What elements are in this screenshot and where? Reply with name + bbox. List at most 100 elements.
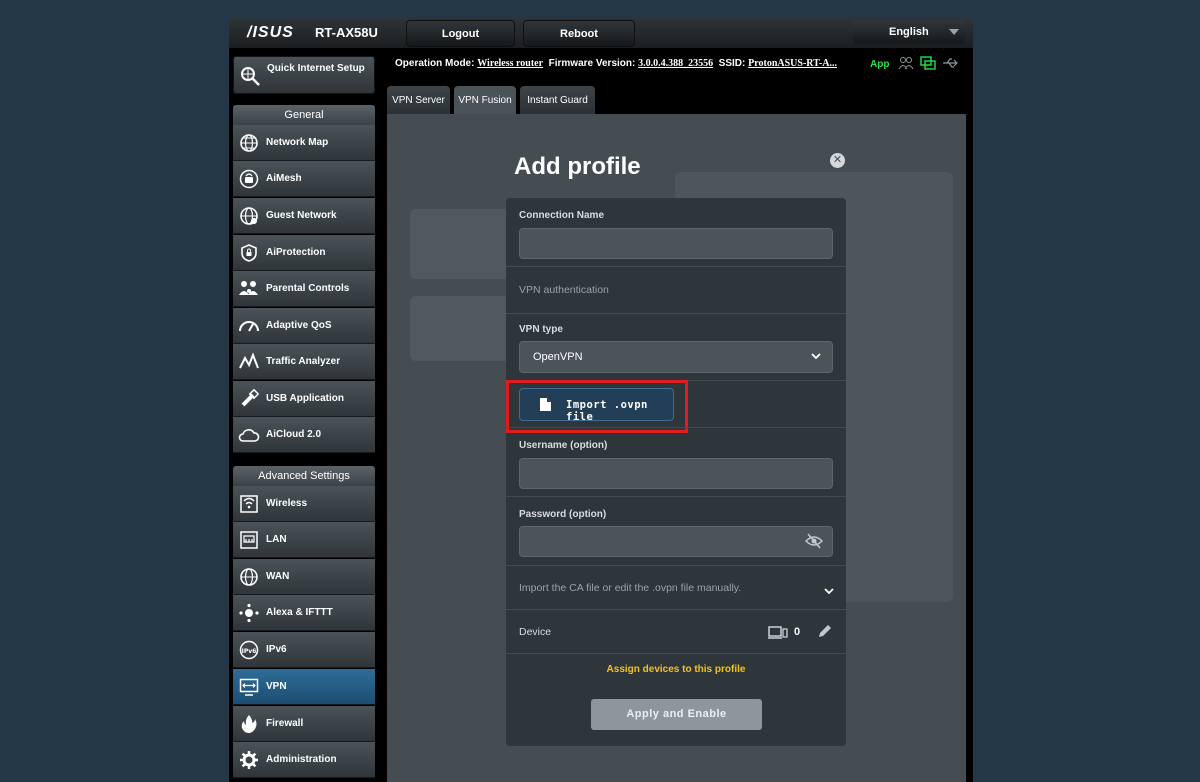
language-value: English: [889, 26, 929, 38]
sidebar-item-label: Alexa & IFTTT: [266, 607, 333, 618]
sidebar-item-aicloud[interactable]: AiCloud 2.0: [233, 417, 375, 453]
tab-instant-guard[interactable]: Instant Guard: [520, 86, 595, 115]
sidebar-item-label: Wireless: [266, 498, 308, 509]
analyzer-icon: [238, 351, 260, 373]
cloud-icon: [238, 424, 260, 446]
wifi-icon: [238, 493, 260, 515]
chevron-down-icon[interactable]: [823, 584, 835, 602]
sidebar-item-aimesh[interactable]: AiMesh: [233, 161, 375, 197]
network-status-icon[interactable]: [920, 56, 936, 75]
sidebar-item-label: Firewall: [266, 718, 304, 729]
sidebar-item-guest-network[interactable]: Guest Network: [233, 198, 375, 234]
sidebar-item-wireless[interactable]: Wireless: [233, 486, 375, 522]
modal-title: Add profile: [514, 153, 641, 180]
sidebar-item-label: WAN: [266, 571, 290, 582]
wan-globe-icon: [238, 566, 260, 588]
add-profile-modal: Connection Name VPN authentication VPN t…: [506, 198, 846, 746]
divider: [506, 266, 846, 267]
guest-globe-icon: [238, 205, 260, 227]
username-input[interactable]: [519, 458, 833, 489]
family-icon: [238, 278, 260, 300]
vpn-authentication-label: VPN authentication: [519, 284, 609, 296]
usb-icon: [238, 388, 260, 410]
sidebar-item-label: AiProtection: [266, 247, 326, 258]
sidebar-item-administration[interactable]: Administration: [233, 742, 375, 778]
sidebar-item-vpn[interactable]: VPN: [233, 669, 375, 705]
tab-vpn-server[interactable]: VPN Server: [387, 86, 450, 115]
chevron-down-icon: [949, 29, 959, 35]
mesh-icon: [238, 168, 260, 190]
vpn-icon: [238, 676, 260, 698]
connection-name-label: Connection Name: [519, 210, 605, 221]
assign-devices-link[interactable]: Assign devices to this profile: [506, 664, 846, 675]
sidebar-item-label: AiCloud 2.0: [266, 429, 322, 440]
wizard-icon: [239, 65, 261, 90]
router-model: RT-AX58U: [315, 25, 378, 40]
ipv6-icon: IPv6: [238, 639, 260, 661]
operation-mode-link[interactable]: Wireless router: [477, 58, 543, 69]
sidebar-item-label: AiMesh: [266, 173, 302, 184]
firewall-icon: [238, 713, 260, 735]
status-icons: [898, 56, 958, 75]
divider: [506, 496, 846, 497]
close-icon[interactable]: ✕: [830, 153, 845, 168]
quick-internet-setup-button[interactable]: Quick Internet Setup: [233, 56, 375, 94]
apply-and-enable-button[interactable]: Apply and Enable: [591, 699, 762, 730]
status-bar: Operation Mode: Wireless router Firmware…: [395, 58, 837, 69]
sidebar-item-traffic-analyzer[interactable]: Traffic Analyzer: [233, 344, 375, 380]
usb-status-icon[interactable]: [942, 56, 958, 75]
sidebar-item-ipv6[interactable]: IPv6 IPv6: [233, 632, 375, 668]
ssid-label: SSID:: [718, 58, 746, 69]
vpn-type-label: VPN type: [519, 324, 563, 335]
firmware-link[interactable]: 3.0.0.4.388_23556: [638, 58, 713, 69]
connection-name-input[interactable]: [519, 228, 833, 259]
sidebar-item-label: VPN: [266, 681, 287, 692]
sidebar-item-label: IPv6: [266, 644, 287, 655]
vpn-type-select[interactable]: OpenVPN: [519, 341, 833, 373]
sidebar-item-label: Network Map: [266, 137, 329, 148]
sidebar-item-usb-application[interactable]: USB Application: [233, 381, 375, 417]
vpn-type-value: OpenVPN: [533, 351, 583, 363]
device-label: Device: [519, 626, 552, 638]
sidebar-item-adaptive-qos[interactable]: Adaptive QoS: [233, 308, 375, 344]
sidebar-item-alexa-ifttt[interactable]: Alexa & IFTTT: [233, 595, 375, 631]
language-select[interactable]: English: [853, 20, 965, 44]
sidebar-item-label: LAN: [266, 534, 287, 545]
eye-slash-icon[interactable]: [804, 533, 824, 554]
password-input[interactable]: [519, 526, 833, 557]
sidebar-item-label: Parental Controls: [266, 283, 350, 294]
sidebar-item-network-map[interactable]: Network Map: [233, 125, 375, 161]
chevron-down-icon: [810, 350, 822, 365]
logout-button[interactable]: Logout: [406, 20, 515, 47]
device-count: 0: [794, 626, 801, 638]
sidebar-item-label: Traffic Analyzer: [266, 356, 341, 367]
password-label: Password (option): [519, 509, 607, 520]
sidebar-item-parental-controls[interactable]: Parental Controls: [233, 271, 375, 307]
sidebar-item-label: Guest Network: [266, 210, 337, 221]
globe-icon: [238, 132, 260, 154]
ca-file-toggle-label[interactable]: Import the CA file or edit the .ovpn fil…: [519, 582, 741, 594]
top-header: /ISUS RT-AX58U Logout Reboot English: [229, 18, 973, 48]
svg-text:IPv6: IPv6: [242, 648, 257, 655]
username-label: Username (option): [519, 440, 608, 451]
sidebar-item-firewall[interactable]: Firewall: [233, 706, 375, 742]
operation-mode-label: Operation Mode:: [395, 58, 475, 69]
sidebar-item-lan[interactable]: LAN: [233, 522, 375, 558]
edit-pencil-icon[interactable]: [817, 624, 832, 644]
shield-icon: [238, 242, 260, 264]
divider: [506, 313, 846, 314]
ssid-link[interactable]: ProtonASUS-RT-A...: [748, 58, 837, 69]
app-link[interactable]: App: [870, 59, 889, 70]
sidebar-item-label: Adaptive QoS: [266, 320, 332, 331]
reboot-button[interactable]: Reboot: [523, 20, 635, 47]
clients-icon[interactable]: [898, 56, 914, 75]
sidebar-item-wan[interactable]: WAN: [233, 559, 375, 595]
gauge-icon: [238, 315, 260, 337]
sidebar-item-aiprotection[interactable]: AiProtection: [233, 235, 375, 271]
divider: [506, 653, 846, 654]
tab-vpn-fusion[interactable]: VPN Fusion: [454, 86, 516, 115]
sidebar-item-label: Administration: [266, 754, 337, 765]
firmware-label: Firmware Version:: [548, 58, 636, 69]
divider: [506, 609, 846, 610]
advanced-section-title: Advanced Settings: [233, 466, 375, 486]
